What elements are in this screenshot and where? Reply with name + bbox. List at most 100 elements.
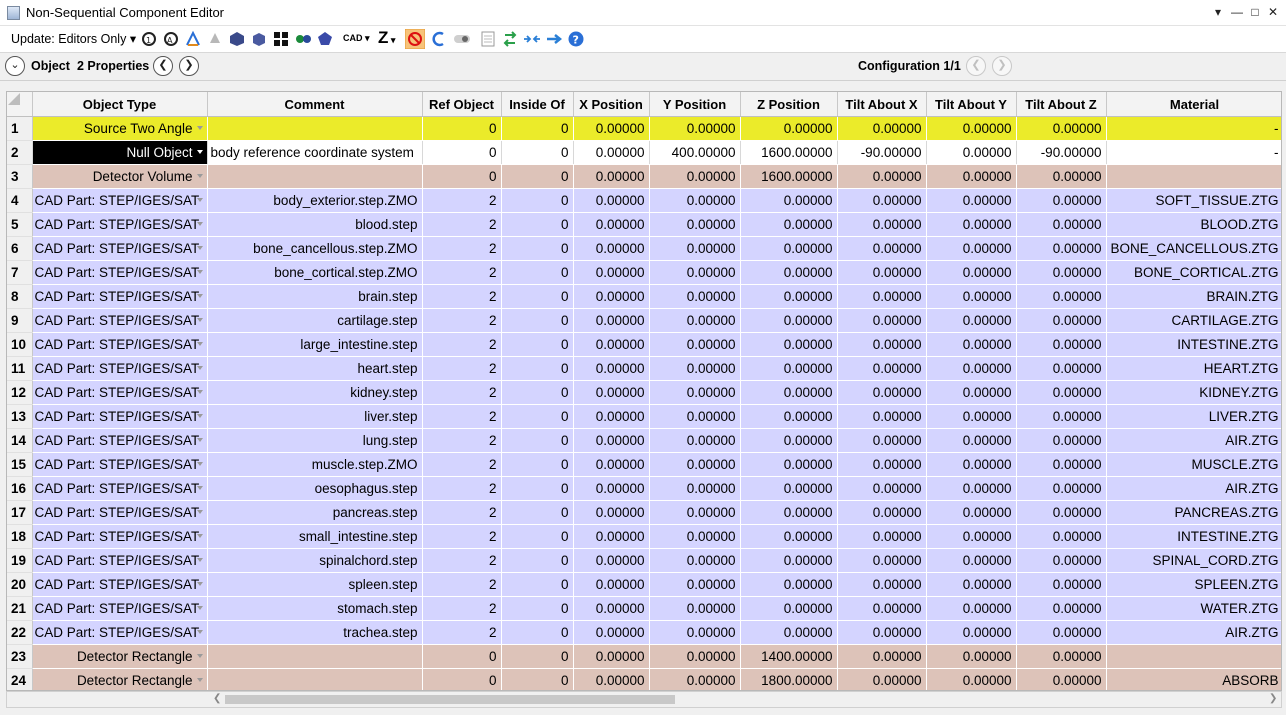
- tilt-z-cell[interactable]: 0.00000: [1016, 212, 1107, 237]
- tilt-z-cell[interactable]: 0.00000: [1016, 236, 1107, 261]
- ref-object-cell[interactable]: 2: [422, 572, 502, 597]
- row-number[interactable]: 5: [7, 212, 33, 237]
- object-type-cell[interactable]: Detector Rectangle: [32, 668, 208, 690]
- tilt-x-cell[interactable]: -90.00000: [837, 140, 927, 165]
- row-number[interactable]: 24: [7, 668, 33, 690]
- row-number[interactable]: 12: [7, 380, 33, 405]
- z-position-cell[interactable]: 1600.00000: [740, 140, 838, 165]
- col-header[interactable]: Tilt About Y: [926, 92, 1017, 117]
- comment-cell[interactable]: [207, 164, 423, 189]
- scroll-right-icon[interactable]: ❯: [1269, 693, 1277, 704]
- x-position-cell[interactable]: 0.00000: [573, 548, 650, 573]
- tilt-y-cell[interactable]: 0.00000: [926, 332, 1017, 357]
- dropdown-arrow-icon[interactable]: [196, 150, 203, 154]
- ref-object-cell[interactable]: 0: [422, 164, 502, 189]
- comment-cell[interactable]: small_intestine.step: [207, 524, 423, 549]
- y-position-cell[interactable]: 0.00000: [649, 164, 741, 189]
- material-cell[interactable]: [1106, 164, 1281, 189]
- row-number[interactable]: 17: [7, 500, 33, 525]
- tilt-x-cell[interactable]: 0.00000: [837, 476, 927, 501]
- row-number[interactable]: 9: [7, 308, 33, 333]
- inside-of-cell[interactable]: 0: [501, 596, 574, 621]
- dropdown-arrow-icon[interactable]: [196, 342, 203, 346]
- row-number[interactable]: 14: [7, 428, 33, 453]
- tilt-y-cell[interactable]: 0.00000: [926, 572, 1017, 597]
- object-type-cell[interactable]: CAD Part: STEP/IGES/SAT: [32, 452, 208, 477]
- dropdown-arrow-icon[interactable]: [196, 654, 203, 658]
- dropdown-arrow-icon[interactable]: [196, 318, 203, 322]
- comment-cell[interactable]: pancreas.step: [207, 500, 423, 525]
- material-cell[interactable]: PANCREAS.ZTG: [1106, 500, 1281, 525]
- material-cell[interactable]: KIDNEY.ZTG: [1106, 380, 1281, 405]
- tilt-y-cell[interactable]: 0.00000: [926, 644, 1017, 669]
- tilt-x-cell[interactable]: 0.00000: [837, 164, 927, 189]
- x-position-cell[interactable]: 0.00000: [573, 380, 650, 405]
- tilt-x-cell[interactable]: 0.00000: [837, 260, 927, 285]
- refresh-icon[interactable]: 1: [140, 30, 158, 48]
- toggle-icon[interactable]: [453, 30, 471, 48]
- inside-of-cell[interactable]: 0: [501, 500, 574, 525]
- cad-dropdown[interactable]: CAD ▾: [343, 33, 370, 44]
- ref-object-cell[interactable]: 2: [422, 308, 502, 333]
- z-position-cell[interactable]: 0.00000: [740, 116, 838, 141]
- comment-cell[interactable]: cartilage.step: [207, 308, 423, 333]
- tilt-y-cell[interactable]: 0.00000: [926, 428, 1017, 453]
- z-position-cell[interactable]: 0.00000: [740, 308, 838, 333]
- material-cell[interactable]: HEART.ZTG: [1106, 356, 1281, 381]
- ref-object-cell[interactable]: 0: [422, 644, 502, 669]
- tilt-z-cell[interactable]: 0.00000: [1016, 524, 1107, 549]
- z-position-cell[interactable]: 1400.00000: [740, 644, 838, 669]
- tilt-z-cell[interactable]: 0.00000: [1016, 164, 1107, 189]
- object-type-cell[interactable]: CAD Part: STEP/IGES/SAT: [32, 548, 208, 573]
- col-header[interactable]: Material: [1106, 92, 1281, 117]
- tilt-x-cell[interactable]: 0.00000: [837, 284, 927, 309]
- inside-of-cell[interactable]: 0: [501, 380, 574, 405]
- tilt-y-cell[interactable]: 0.00000: [926, 116, 1017, 141]
- prev-config-button[interactable]: ❮: [966, 56, 986, 76]
- tilt-z-cell[interactable]: 0.00000: [1016, 188, 1107, 213]
- inside-of-cell[interactable]: 0: [501, 452, 574, 477]
- ref-object-cell[interactable]: 2: [422, 620, 502, 645]
- dropdown-arrow-icon[interactable]: [196, 678, 203, 682]
- material-cell[interactable]: AIR.ZTG: [1106, 476, 1281, 501]
- inside-of-cell[interactable]: 0: [501, 356, 574, 381]
- dropdown-arrow-icon[interactable]: [196, 270, 203, 274]
- inside-of-cell[interactable]: 0: [501, 404, 574, 429]
- y-position-cell[interactable]: 0.00000: [649, 116, 741, 141]
- y-position-cell[interactable]: 0.00000: [649, 620, 741, 645]
- ref-object-cell[interactable]: 2: [422, 548, 502, 573]
- y-position-cell[interactable]: 0.00000: [649, 308, 741, 333]
- tilt-z-cell[interactable]: 0.00000: [1016, 476, 1107, 501]
- material-cell[interactable]: SPLEEN.ZTG: [1106, 572, 1281, 597]
- tilt-y-cell[interactable]: 0.00000: [926, 236, 1017, 261]
- inside-of-cell[interactable]: 0: [501, 116, 574, 141]
- comment-cell[interactable]: [207, 116, 423, 141]
- y-position-cell[interactable]: 0.00000: [649, 284, 741, 309]
- object-type-cell[interactable]: CAD Part: STEP/IGES/SAT: [32, 620, 208, 645]
- row-number[interactable]: 19: [7, 548, 33, 573]
- col-header[interactable]: Y Position: [649, 92, 741, 117]
- z-position-cell[interactable]: 0.00000: [740, 332, 838, 357]
- y-position-cell[interactable]: 0.00000: [649, 188, 741, 213]
- comment-cell[interactable]: body_exterior.step.ZMO: [207, 188, 423, 213]
- dropdown-arrow-icon[interactable]: [196, 126, 203, 130]
- cube-icon[interactable]: [250, 30, 268, 48]
- comment-cell[interactable]: heart.step: [207, 356, 423, 381]
- object-type-cell[interactable]: CAD Part: STEP/IGES/SAT: [32, 284, 208, 309]
- dropdown-arrow-icon[interactable]: [196, 558, 203, 562]
- comment-cell[interactable]: spleen.step: [207, 572, 423, 597]
- collapse-arrows-icon[interactable]: [523, 30, 541, 48]
- tilt-y-cell[interactable]: 0.00000: [926, 356, 1017, 381]
- refresh-all-icon[interactable]: A: [162, 30, 180, 48]
- comment-cell[interactable]: blood.step: [207, 212, 423, 237]
- object-type-cell[interactable]: CAD Part: STEP/IGES/SAT: [32, 572, 208, 597]
- inside-of-cell[interactable]: 0: [501, 572, 574, 597]
- ref-object-cell[interactable]: 2: [422, 236, 502, 261]
- x-position-cell[interactable]: 0.00000: [573, 476, 650, 501]
- inside-of-cell[interactable]: 0: [501, 284, 574, 309]
- tilt-x-cell[interactable]: 0.00000: [837, 380, 927, 405]
- help-icon[interactable]: ?: [567, 30, 585, 48]
- minimize-button[interactable]: —: [1229, 3, 1245, 21]
- inside-of-cell[interactable]: 0: [501, 620, 574, 645]
- material-cell[interactable]: AIR.ZTG: [1106, 428, 1281, 453]
